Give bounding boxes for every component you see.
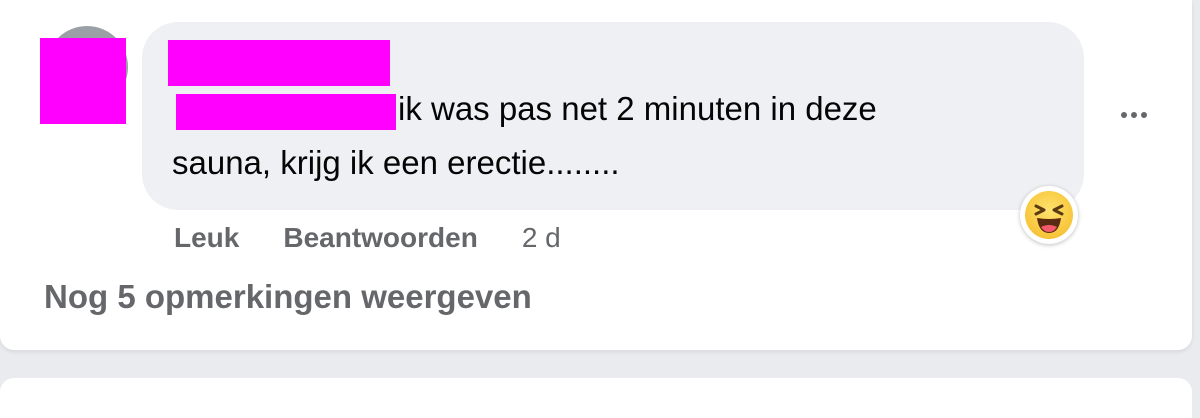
next-post-card (0, 378, 1192, 418)
comment-text-line-1: ik was pas net 2 minuten in deze (398, 90, 877, 127)
more-options-icon[interactable] (1112, 100, 1156, 130)
comment-card: ik was pas net 2 minuten in deze sauna, … (0, 0, 1192, 350)
reply-button[interactable]: Beantwoorden (283, 222, 477, 254)
view-more-comments-link[interactable]: Nog 5 opmerkingen weergeven (44, 278, 532, 316)
comment-actions: Leuk Beantwoorden 2 d (174, 218, 561, 258)
comment-timestamp[interactable]: 2 d (522, 222, 561, 254)
mention-redaction (176, 94, 396, 130)
haha-emoji-icon[interactable] (1020, 186, 1078, 244)
comment-bubble: ik was pas net 2 minuten in deze sauna, … (142, 22, 1084, 210)
comment-text-line-2: sauna, krijg ik een erectie........ (172, 144, 620, 181)
author-name-redaction (168, 40, 390, 86)
avatar[interactable] (38, 26, 128, 126)
avatar-redaction (40, 38, 126, 124)
like-button[interactable]: Leuk (174, 222, 239, 254)
